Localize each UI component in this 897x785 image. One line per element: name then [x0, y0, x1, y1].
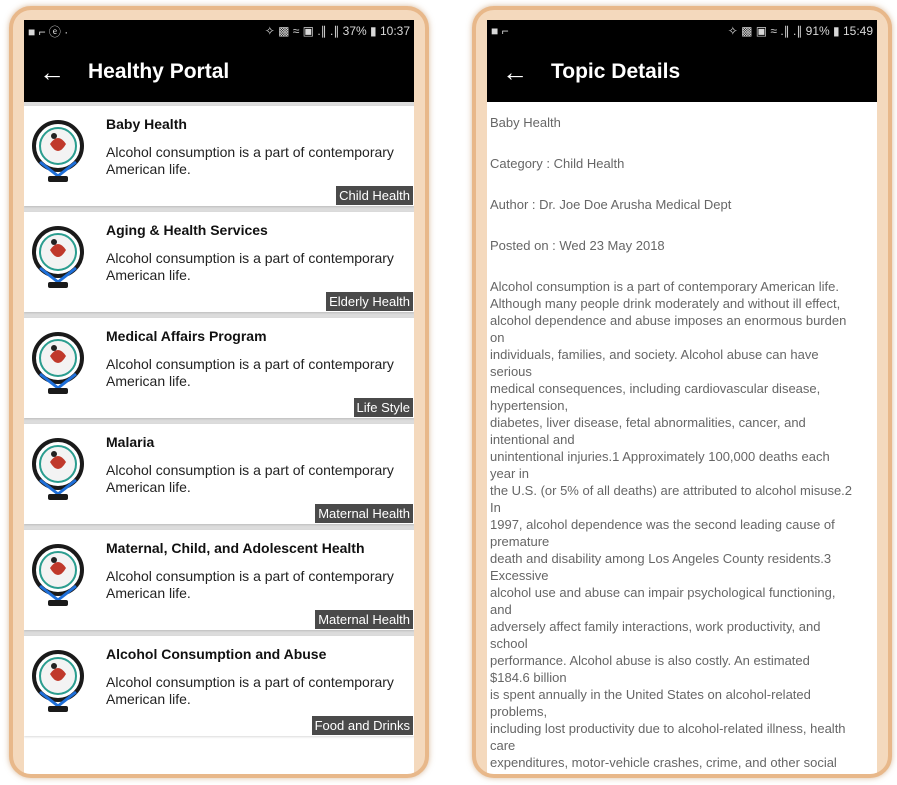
topic-title: Alcohol Consumption and Abuse — [106, 646, 327, 662]
topic-description: Alcohol consumption is a part of contemp… — [106, 250, 394, 283]
page-title: Healthy Portal — [88, 60, 230, 83]
phone-frame-left: ■ ⌐ ⓔ · ✧ ▩ ≈ ▣ .∥ .∥ 37% ▮ 10:37 ← Heal… — [9, 6, 429, 778]
health-logo-icon — [30, 646, 86, 716]
topic-title: Malaria — [106, 434, 155, 450]
status-bar: ■ ⌐ ✧ ▩ ▣ ≈ .∥ .∥ 91% ▮ 15:49 — [487, 20, 877, 42]
topic-title: Maternal, Child, and Adolescent Health — [106, 540, 365, 556]
topic-card[interactable]: Malaria Alcohol consumption is a part of … — [24, 424, 414, 524]
topic-title: Baby Health — [106, 116, 187, 132]
app-bar: ← Healthy Portal — [24, 42, 414, 102]
topic-body: Alcohol consumption is a part of contemp… — [490, 279, 853, 770]
status-bar: ■ ⌐ ⓔ · ✧ ▩ ≈ ▣ .∥ .∥ 37% ▮ 10:37 — [24, 20, 414, 42]
health-logo-icon — [30, 222, 86, 292]
category-badge: Maternal Health — [315, 610, 413, 629]
topic-description: Alcohol consumption is a part of contemp… — [106, 356, 394, 389]
topic-title: Medical Affairs Program — [106, 328, 267, 344]
topic-description: Alcohol consumption is a part of contemp… — [106, 568, 394, 601]
topic-description: Alcohol consumption is a part of contemp… — [106, 462, 394, 495]
topic-card[interactable]: Maternal, Child, and Adolescent Health Al… — [24, 530, 414, 630]
health-logo-icon — [30, 116, 86, 186]
category-badge: Food and Drinks — [311, 716, 413, 735]
phone-frame-right: ■ ⌐ ✧ ▩ ▣ ≈ .∥ .∥ 91% ▮ 15:49 ← Topic De… — [472, 6, 892, 778]
screen-left: ■ ⌐ ⓔ · ✧ ▩ ≈ ▣ .∥ .∥ 37% ▮ 10:37 ← Heal… — [24, 20, 414, 774]
category-badge: Life Style — [353, 398, 413, 417]
status-icons-right: ✧ ▩ ▣ ≈ .∥ .∥ 91% ▮ 15:49 — [727, 24, 873, 38]
screen-right: ■ ⌐ ✧ ▩ ▣ ≈ .∥ .∥ 91% ▮ 15:49 ← Topic De… — [487, 20, 877, 774]
topic-card[interactable]: Baby Health Alcohol consumption is a part… — [24, 106, 414, 206]
topic-detail: Baby Health Category : Child Health Auth… — [487, 102, 877, 774]
health-logo-icon — [30, 328, 86, 398]
back-arrow-icon[interactable]: ← — [24, 42, 80, 102]
topic-category: Category : Child Health — [490, 156, 625, 171]
health-logo-icon — [30, 434, 86, 504]
category-badge: Elderly Health — [326, 292, 413, 311]
status-icons-right: ✧ ▩ ≈ ▣ .∥ .∥ 37% ▮ 10:37 — [264, 24, 410, 38]
health-logo-icon — [30, 540, 86, 610]
back-arrow-icon[interactable]: ← — [487, 42, 543, 102]
topic-description: Alcohol consumption is a part of contemp… — [106, 674, 394, 707]
page-title: Topic Details — [551, 60, 681, 83]
topic-card[interactable]: Alcohol Consumption and Abuse Alcohol con… — [24, 636, 414, 736]
topic-description: Alcohol consumption is a part of contemp… — [106, 144, 394, 177]
topic-title: Aging & Health Services — [106, 222, 268, 238]
app-bar: ← Topic Details — [487, 42, 877, 102]
status-icons-left: ■ ⌐ — [491, 24, 509, 38]
topic-card[interactable]: Aging & Health Services Alcohol consumpti… — [24, 212, 414, 312]
topic-card[interactable]: Medical Affairs Program Alcohol consumpti… — [24, 318, 414, 418]
category-badge: Child Health — [336, 186, 413, 205]
topic-author: Author : Dr. Joe Doe Arusha Medical Dept — [490, 197, 732, 212]
topic-list: Baby Health Alcohol consumption is a part… — [24, 102, 414, 736]
topic-posted-date: Posted on : Wed 23 May 2018 — [490, 238, 665, 253]
category-badge: Maternal Health — [315, 504, 413, 523]
status-icons-left: ■ ⌐ ⓔ · — [28, 24, 69, 39]
topic-name: Baby Health — [490, 115, 561, 130]
